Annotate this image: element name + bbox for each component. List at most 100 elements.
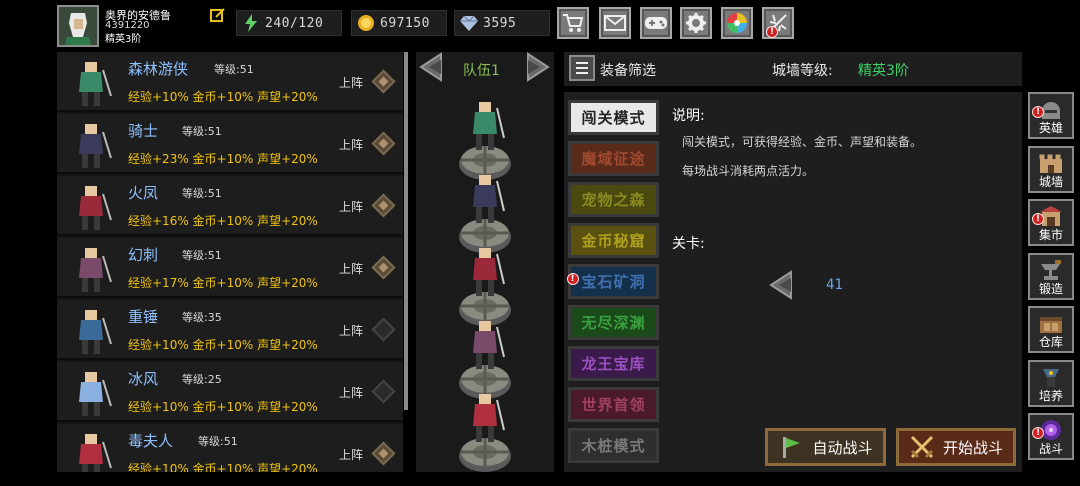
- edit-name-icon[interactable]: [210, 7, 226, 23]
- wall-level-value: 精英3阶: [858, 63, 909, 79]
- mode-button[interactable]: 世界首领: [568, 387, 659, 422]
- team-next-button[interactable]: [522, 52, 552, 82]
- player-avatar[interactable]: [57, 5, 99, 47]
- gem-value: 3595: [483, 15, 517, 31]
- hero-row[interactable]: 冰风 等级:25 经验+10% 金币+10% 声望+20% 上阵: [57, 362, 403, 422]
- deploy-toggle[interactable]: [371, 255, 396, 280]
- side-nav-label: 锻造: [1038, 281, 1063, 296]
- deploy-toggle[interactable]: [371, 193, 396, 218]
- hero-bonus: 经验+23% 金币+10% 声望+20%: [128, 152, 318, 166]
- hero-level: 等级:51: [198, 433, 238, 449]
- side-nav-button[interactable]: 仓库: [1028, 306, 1074, 353]
- side-nav-button[interactable]: 英雄!: [1028, 92, 1074, 139]
- deploy-label[interactable]: 上阵: [339, 136, 363, 153]
- mode-button[interactable]: 宝石矿洞!: [567, 264, 659, 299]
- hero-row[interactable]: 骑士 等级:51 经验+23% 金币+10% 声望+20% 上阵: [57, 114, 403, 174]
- side-nav-button[interactable]: 集市!: [1028, 199, 1074, 246]
- deploy-label[interactable]: 上阵: [339, 260, 363, 277]
- deploy-label[interactable]: 上阵: [339, 322, 363, 339]
- hero-row[interactable]: 森林游侠 等级:51 经验+10% 金币+10% 声望+20% 上阵: [57, 52, 403, 112]
- stage-number: 41: [826, 277, 843, 293]
- description-line: 每场战斗消耗两点活力。: [682, 164, 815, 178]
- side-nav-button[interactable]: 锻造: [1028, 252, 1074, 300]
- hero-row[interactable]: 重锤 等级:35 经验+10% 金币+10% 声望+20% 上阵: [57, 300, 403, 360]
- team-hero-sprite-icon[interactable]: [460, 244, 510, 302]
- stage-prev-button[interactable]: [767, 270, 797, 300]
- side-nav-alert-badge: !: [1032, 106, 1044, 118]
- hero-level-value: 35: [207, 311, 222, 324]
- team-hero-sprite-icon[interactable]: [460, 317, 510, 375]
- mode-button[interactable]: 龙王宝库: [568, 346, 659, 381]
- mode-label: 世界首领: [581, 396, 646, 414]
- mail-button[interactable]: [599, 7, 631, 39]
- team-hero-sprite-icon[interactable]: [460, 171, 510, 229]
- arrow-left-icon: [769, 270, 792, 300]
- hero-row[interactable]: 毒夫人 等级:51 经验+10% 金币+10% 声望+20% 上阵: [57, 424, 403, 472]
- settings-button[interactable]: [680, 7, 712, 39]
- energy-counter: 240/120: [236, 10, 342, 36]
- deploy-toggle[interactable]: [371, 69, 396, 94]
- hero-level-value: 51: [207, 187, 222, 200]
- deploy-toggle[interactable]: [371, 317, 396, 342]
- deploy-toggle[interactable]: [371, 131, 396, 156]
- gold-counter: 697150: [351, 10, 447, 36]
- crossed-swords-icon: [909, 434, 935, 460]
- team-prev-button[interactable]: [417, 52, 447, 82]
- hero-portrait-icon: [79, 186, 112, 230]
- hero-list-scrollbar[interactable]: [404, 52, 408, 410]
- deploy-label[interactable]: 上阵: [339, 198, 363, 215]
- mode-button[interactable]: 宠物之森: [568, 182, 659, 217]
- side-nav-button[interactable]: 城墙: [1028, 145, 1074, 193]
- arrow-right-icon: [527, 52, 550, 82]
- equipment-filter-button[interactable]: [569, 55, 595, 81]
- hero-bonus: 经验+10% 金币+10% 声望+20%: [128, 462, 318, 472]
- mode-button[interactable]: 木桩模式: [568, 428, 659, 463]
- mode-button[interactable]: 金币秘窟: [568, 223, 659, 258]
- hero-bonus: 经验+10% 金币+10% 声望+20%: [128, 338, 318, 352]
- mode-button[interactable]: 无尽深渊: [568, 305, 659, 340]
- hero-row[interactable]: 幻刺 等级:51 经验+17% 金币+10% 声望+20% 上阵: [57, 238, 403, 298]
- flag-icon: [778, 434, 804, 460]
- hero-name: 冰风: [128, 370, 159, 388]
- hero-name: 火凤: [128, 184, 159, 202]
- side-nav-button[interactable]: 战斗!: [1028, 413, 1074, 460]
- mode-label: 金币秘窟: [581, 232, 646, 250]
- deploy-toggle[interactable]: [371, 379, 396, 404]
- deploy-toggle[interactable]: [371, 441, 396, 466]
- mode-button[interactable]: 魔域征途: [568, 141, 659, 176]
- effects-button[interactable]: !: [762, 7, 794, 39]
- team-hero-sprite-icon[interactable]: [460, 390, 510, 448]
- auto-battle-button[interactable]: 自动战斗: [765, 428, 886, 466]
- mode-button[interactable]: 闯关模式: [568, 100, 659, 135]
- hero-list[interactable]: 森林游侠 等级:51 经验+10% 金币+10% 声望+20% 上阵 骑士 等级:51 经验…: [57, 52, 403, 472]
- hero-row[interactable]: 火凤 等级:51 经验+16% 金币+10% 声望+20% 上阵: [57, 176, 403, 236]
- deploy-label[interactable]: 上阵: [339, 74, 363, 91]
- hero-portrait-icon: [79, 248, 112, 292]
- side-nav-label: 仓库: [1038, 335, 1063, 349]
- mail-icon: [604, 15, 626, 31]
- gold-coin-icon: [356, 13, 376, 33]
- side-nav-label: 集市: [1038, 228, 1063, 242]
- gear-icon: [686, 13, 706, 33]
- effects-alert-badge: !: [766, 26, 778, 38]
- hero-level-label: 等级:: [182, 125, 208, 138]
- hero-bonus: 经验+10% 金币+10% 声望+20%: [128, 90, 318, 104]
- shop-button[interactable]: [557, 7, 589, 39]
- deploy-label[interactable]: 上阵: [339, 446, 363, 463]
- hero-level: 等级:51: [182, 185, 222, 201]
- color-theme-button[interactable]: [721, 7, 753, 39]
- start-battle-button[interactable]: 开始战斗: [896, 428, 1016, 466]
- player-portrait-icon: [59, 7, 97, 45]
- team-hero-sprite-icon[interactable]: [460, 98, 510, 156]
- hero-level-value: 25: [207, 373, 222, 386]
- gamepad-button[interactable]: [640, 7, 672, 39]
- deploy-label[interactable]: 上阵: [339, 384, 363, 401]
- hero-level: 等级:51: [182, 247, 222, 263]
- mode-label: 闯关模式: [581, 109, 646, 127]
- side-nav-button[interactable]: 培养: [1028, 359, 1074, 407]
- warehouse-icon: [1040, 317, 1062, 333]
- hero-level-value: 51: [239, 63, 254, 76]
- gold-value: 697150: [380, 15, 430, 31]
- equipment-filter-label[interactable]: 装备筛选: [600, 60, 656, 80]
- arrow-left-icon: [419, 52, 442, 82]
